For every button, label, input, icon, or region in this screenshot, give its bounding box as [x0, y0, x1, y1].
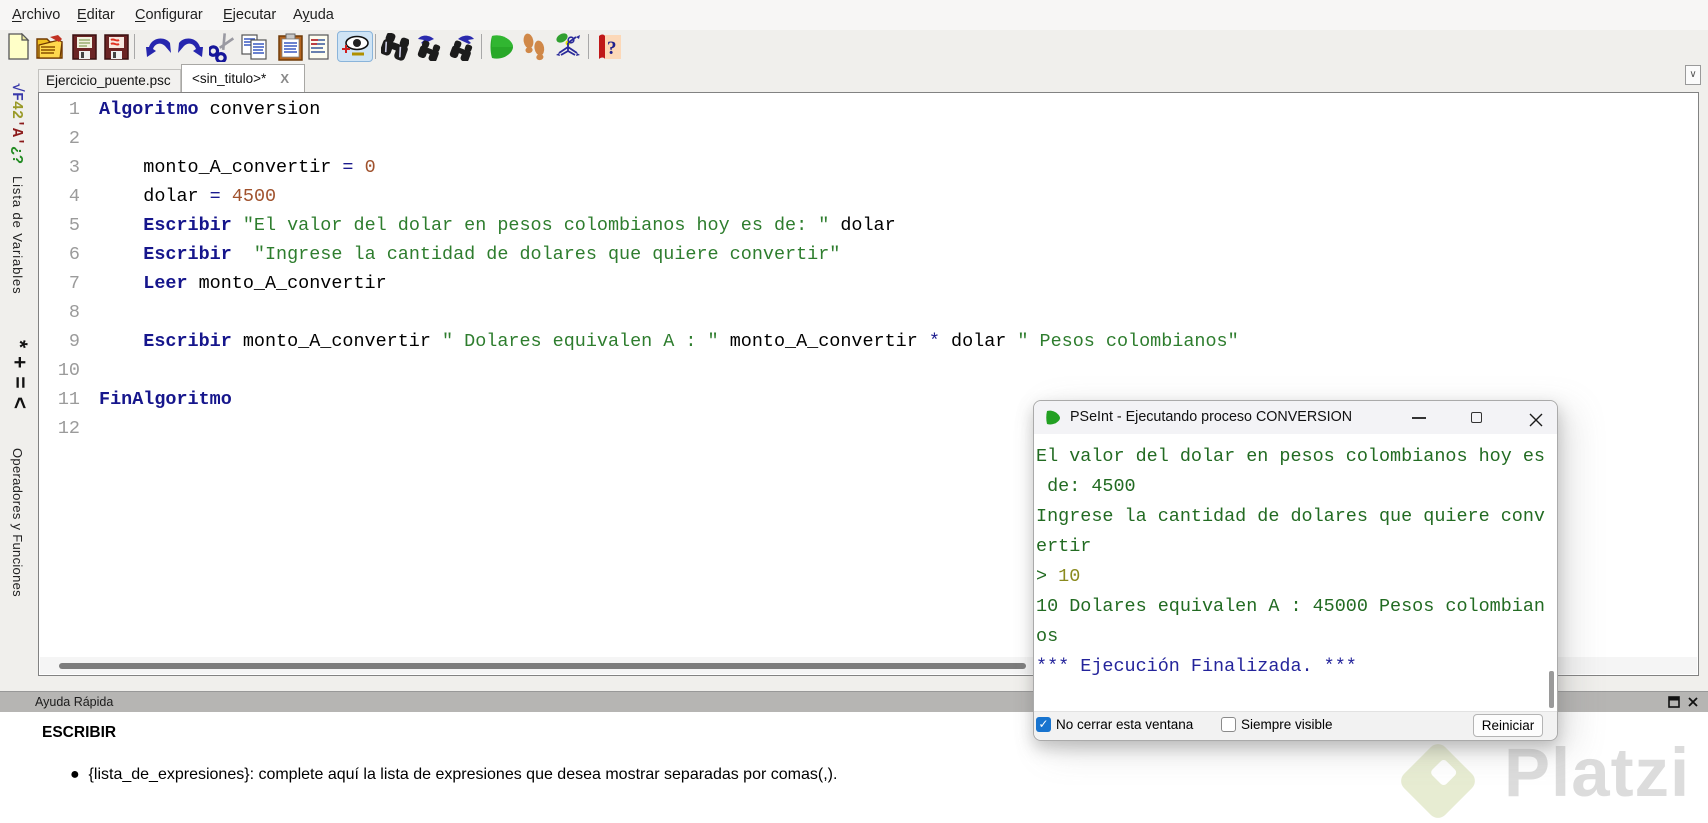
svg-text:?: ? — [607, 38, 617, 59]
